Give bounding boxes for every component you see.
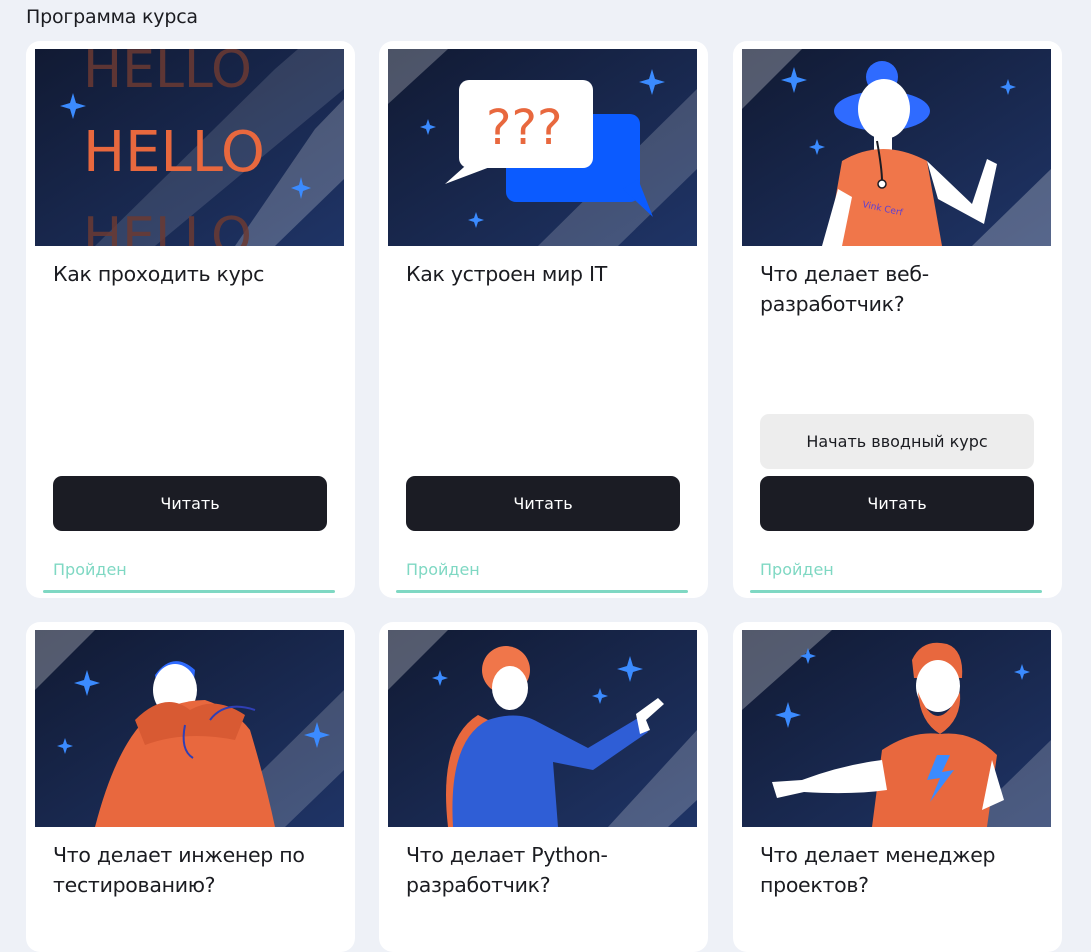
- card-title: Как устроен мир IT: [406, 262, 607, 286]
- bearded-man-illustration: [742, 630, 1051, 827]
- status-passed: Пройден: [406, 560, 480, 579]
- course-card-6[interactable]: Что делает менеджер проектов?: [733, 622, 1062, 952]
- man-in-hoodie-illustration: [35, 630, 344, 827]
- progress-bar: [43, 590, 335, 593]
- progress-bar: [396, 590, 688, 593]
- course-card-2[interactable]: ??? Как устроен мир IT Читать Пройден: [379, 41, 708, 598]
- svg-text:HELLO: HELLO: [83, 120, 265, 185]
- card-title: Что делает веб-разработчик?: [760, 262, 929, 316]
- speech-bubbles-illustration: ???: [388, 49, 697, 246]
- status-passed: Пройден: [760, 560, 834, 579]
- card-title: Что делает Python-разработчик?: [406, 843, 608, 897]
- card-title: Что делает инженер по тестированию?: [53, 843, 305, 897]
- card-title: Что делает менеджер проектов?: [760, 843, 996, 897]
- course-card-3[interactable]: Vink Cerf Что делает веб-разработчик? На…: [733, 41, 1062, 598]
- woman-waving-illustration: Vink Cerf: [742, 49, 1051, 246]
- start-intro-button[interactable]: Начать вводный курс: [760, 414, 1034, 469]
- hello-text-illustration: HELLO HELLO HELLO: [35, 49, 344, 246]
- read-button[interactable]: Читать: [760, 476, 1034, 531]
- read-button[interactable]: Читать: [53, 476, 327, 531]
- man-pointing-illustration: [388, 630, 697, 827]
- course-card-1[interactable]: HELLO HELLO HELLO Как проходить курс Чит…: [26, 41, 355, 598]
- page-title: Программа курса: [26, 6, 198, 28]
- progress-bar: [750, 590, 1042, 593]
- hello-art-text: HELLO: [83, 49, 252, 100]
- svg-text:HELLO: HELLO: [83, 207, 252, 246]
- course-card-5[interactable]: Что делает Python-разработчик?: [379, 622, 708, 952]
- course-card-4[interactable]: Что делает инженер по тестированию?: [26, 622, 355, 952]
- card-title: Как проходить курс: [53, 262, 265, 286]
- question-marks-text: ???: [486, 100, 562, 156]
- read-button[interactable]: Читать: [406, 476, 680, 531]
- status-passed: Пройден: [53, 560, 127, 579]
